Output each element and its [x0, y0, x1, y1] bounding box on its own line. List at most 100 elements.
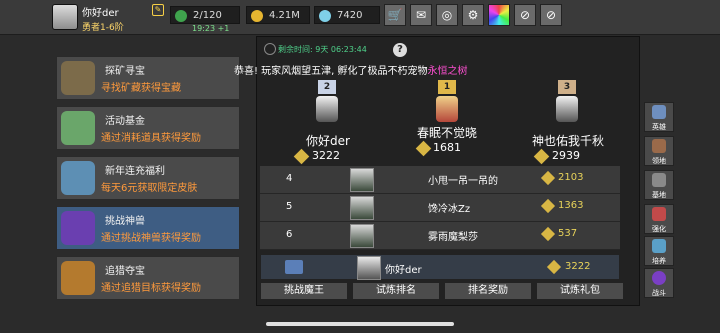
coin-icon — [540, 226, 556, 242]
hunt-chest-icon — [61, 261, 95, 295]
side-label: 强化 — [652, 225, 666, 233]
announcement-highlight: 永恒之树 — [427, 66, 468, 77]
menu-item-fund[interactable]: 活动基金 通过消耗道具获得奖励 — [56, 106, 240, 150]
menu-item-beast[interactable]: 挑战神兽 通过挑战神兽获得奖励 — [56, 206, 240, 250]
my-ranking-row[interactable]: 你好der 3222 — [260, 254, 620, 280]
mail-button[interactable]: ✉ — [410, 4, 432, 26]
base-icon — [652, 173, 666, 187]
stamina-icon — [175, 10, 187, 22]
menu-item-newyear[interactable]: 新年连充福利 每天6元获取限定皮肤 — [56, 156, 240, 200]
announcement-text: 恭喜! 玩家风烟望五津, 孵化了极品不朽宠物 — [234, 66, 428, 77]
menu-title: 活动基金 — [105, 116, 145, 127]
ranking-row[interactable]: 6 雾雨魔梨莎 537 — [260, 222, 620, 250]
enhance-icon — [652, 207, 666, 221]
shop-button[interactable]: 🛒 — [384, 4, 406, 26]
top3-avatar[interactable] — [556, 96, 578, 122]
side-train-button[interactable]: 培养 — [644, 236, 674, 266]
rank-badge-icon — [285, 260, 303, 274]
clock-icon — [264, 43, 276, 55]
my-avatar — [357, 256, 381, 280]
mail-icon: ✉ — [415, 8, 427, 22]
rank-score: 1363 — [558, 200, 584, 211]
menu-title: 追猎夺宝 — [105, 266, 145, 277]
fund-pot-icon — [61, 111, 95, 145]
gem-display[interactable]: 7420 — [314, 6, 380, 24]
player-rank: 勇者1-6阶 — [82, 23, 124, 33]
top3-score: 2939 — [552, 149, 580, 162]
side-territory-button[interactable]: 领地 — [644, 136, 674, 166]
crystal-icon — [61, 161, 95, 195]
color-wheel-button[interactable] — [488, 4, 510, 26]
hero-icon — [652, 105, 666, 119]
rank-number: 4 — [286, 173, 293, 184]
disabled-button-1[interactable]: ⊘ — [514, 4, 536, 26]
top2-avatar[interactable] — [316, 96, 338, 122]
gem-icon — [319, 10, 331, 22]
top1-name: 春眠不觉晓 — [416, 126, 477, 140]
top2-score: 3222 — [312, 149, 340, 162]
rank-avatar — [350, 196, 374, 220]
gear-icon: ⚙ — [467, 8, 479, 22]
beast-icon — [61, 211, 95, 245]
tab-ranking-rewards[interactable]: 排名奖励 — [444, 282, 532, 300]
top2-name: 你好der — [306, 134, 350, 148]
tab-challenge-boss[interactable]: 挑战魔王 — [260, 282, 348, 300]
treasure-chest-icon — [61, 61, 95, 95]
rank-avatar — [350, 168, 374, 192]
side-label: 培养 — [652, 257, 666, 265]
tab-trial-ranking[interactable]: 试炼排名 — [352, 282, 440, 300]
bronze-medal: 3 — [558, 80, 576, 94]
gamepad-icon: ◎ — [441, 8, 453, 22]
stamina-value: 2/120 — [193, 10, 222, 21]
side-label: 领地 — [652, 157, 666, 165]
train-icon — [652, 239, 666, 253]
rank-name: 馋冷冰Zz — [428, 204, 471, 215]
side-base-button[interactable]: 基地 — [644, 170, 674, 200]
ranking-row[interactable]: 4 小甩一吊一吊的 2103 — [260, 166, 620, 194]
stamina-display[interactable]: 2/120 — [170, 6, 240, 24]
silver-medal: 2 — [318, 80, 336, 94]
menu-item-hunt[interactable]: 追猎夺宝 通过追猎目标获得奖励 — [56, 256, 240, 300]
rank-name: 小甩一吊一吊的 — [428, 176, 498, 187]
menu-title: 新年连充福利 — [105, 166, 165, 177]
territory-icon — [652, 139, 666, 153]
coin-icon — [546, 259, 562, 275]
rank-name: 雾雨魔梨莎 — [428, 232, 478, 243]
top1-avatar[interactable] — [436, 96, 458, 122]
gold-value: 4.21M — [269, 10, 300, 21]
disabled-icon: ⊘ — [545, 8, 557, 22]
battle-icon — [652, 271, 666, 285]
settings-button[interactable]: ⚙ — [462, 4, 484, 26]
menu-item-mining[interactable]: 探矿寻宝 寻找矿藏获得宝藏 — [56, 56, 240, 100]
help-icon[interactable]: ? — [393, 43, 407, 57]
tab-trial-pack[interactable]: 试炼礼包 — [536, 282, 624, 300]
side-battle-button[interactable]: 战斗 — [644, 268, 674, 298]
rank-number: 6 — [286, 229, 293, 240]
gold-display[interactable]: 4.21M — [246, 6, 310, 24]
countdown: 剩余时间: 9天 06:23:44 — [278, 45, 367, 54]
shop-cart-icon: 🛒 — [387, 8, 403, 22]
edit-icon[interactable]: ✎ — [152, 4, 164, 16]
menu-subtitle: 寻找矿藏获得宝藏 — [101, 83, 181, 94]
stamina-timer: 19:23 +1 — [192, 24, 230, 33]
side-label: 基地 — [652, 191, 666, 199]
disabled-icon: ⊘ — [519, 8, 531, 22]
menu-subtitle: 通过追猎目标获得奖励 — [101, 283, 201, 294]
top1-score: 1681 — [433, 141, 461, 154]
home-indicator[interactable] — [266, 322, 454, 326]
announcement: 恭喜! 玩家风烟望五津, 孵化了极品不朽宠物永恒之树 — [234, 62, 468, 77]
rank-avatar — [350, 224, 374, 248]
ranking-row[interactable]: 5 馋冷冰Zz 1363 — [260, 194, 620, 222]
side-enhance-button[interactable]: 强化 — [644, 204, 674, 234]
rank-score: 537 — [558, 228, 578, 239]
menu-subtitle: 通过挑战神兽获得奖励 — [101, 233, 201, 244]
gamepad-button[interactable]: ◎ — [436, 4, 458, 26]
coin-icon — [540, 198, 556, 214]
rank-score: 2103 — [558, 172, 584, 183]
disabled-button-2[interactable]: ⊘ — [540, 4, 562, 26]
rank-number: 5 — [286, 201, 293, 212]
side-hero-button[interactable]: 英雄 — [644, 102, 674, 132]
player-avatar[interactable] — [52, 4, 78, 30]
gem-value: 7420 — [337, 10, 363, 21]
menu-subtitle: 每天6元获取限定皮肤 — [101, 183, 198, 194]
